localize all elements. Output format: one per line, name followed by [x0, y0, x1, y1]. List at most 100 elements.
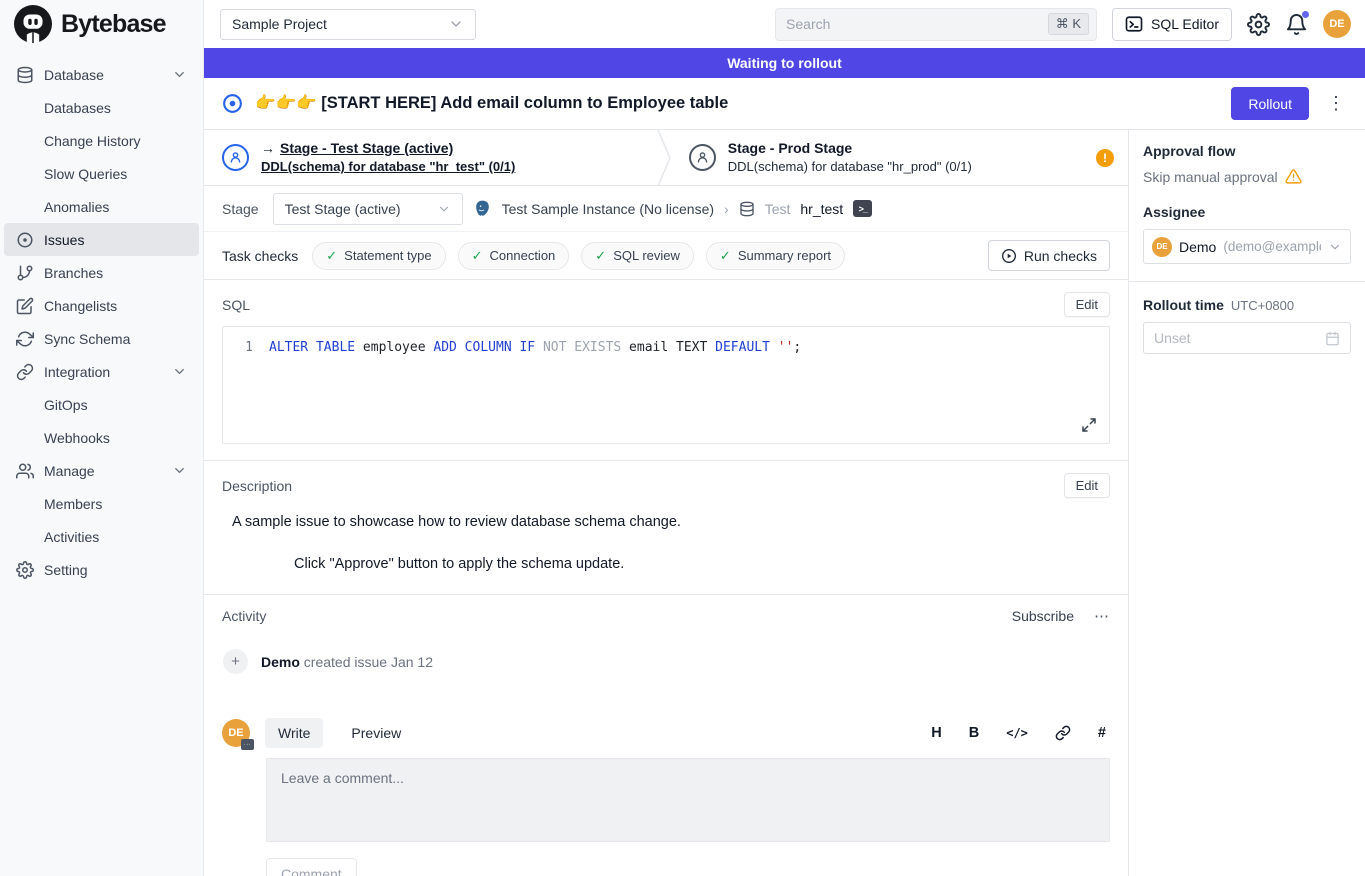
sql-section: SQL Edit 1 ALTER TABLE employee ADD COLU… — [204, 280, 1128, 460]
current-stage-arrow: → — [261, 139, 275, 159]
sidebar-item-setting[interactable]: Setting — [4, 553, 199, 586]
sql-edit-button[interactable]: Edit — [1064, 292, 1110, 317]
search-box[interactable]: ⌘ K — [775, 8, 1097, 41]
stage-task-link[interactable]: DDL(schema) for database "hr_test" (0/1) — [261, 158, 515, 176]
open-in-sql-editor-icon[interactable]: >_ — [853, 200, 872, 217]
stage-name: Stage - Prod Stage — [728, 139, 972, 159]
sql-editor[interactable]: 1 ALTER TABLE employee ADD COLUMN IF NOT… — [222, 326, 1110, 444]
rollout-time-picker[interactable]: Unset — [1143, 322, 1351, 354]
play-circle-icon — [1001, 248, 1017, 264]
database-icon — [739, 201, 755, 217]
chevron-down-icon — [448, 16, 464, 32]
sidebar-item-integration[interactable]: Integration — [4, 355, 199, 388]
check-pass-icon: ✓ — [720, 248, 731, 264]
issue-sidebar: Approval flow Skip manual approval Assig… — [1129, 130, 1365, 876]
activity-section: Activity Subscribe ⋯ + Demo created issu… — [204, 594, 1128, 876]
tab-preview[interactable]: Preview — [338, 718, 414, 748]
check-pill-sql-review[interactable]: ✓SQL review — [581, 242, 694, 270]
project-selector[interactable]: Sample Project — [220, 9, 476, 40]
app-root: Bytebase Database Databases Change Histo… — [0, 0, 1365, 876]
code-format-button[interactable]: </> — [1006, 726, 1028, 740]
description-title: Description — [222, 478, 292, 494]
search-input[interactable] — [786, 16, 1048, 32]
expand-editor-icon[interactable] — [1081, 417, 1097, 433]
task-checks-label: Task checks — [222, 248, 298, 264]
issue-more-menu-button[interactable]: ⋮ — [1321, 93, 1351, 114]
chevron-down-icon — [172, 463, 187, 478]
status-banner: Waiting to rollout — [204, 48, 1365, 78]
run-checks-button[interactable]: Run checks — [988, 240, 1110, 271]
sql-code: ALTER TABLE employee ADD COLUMN IF NOT E… — [269, 340, 801, 355]
stage-name-link[interactable]: Stage - Test Stage (active) — [280, 140, 453, 156]
sidebar-item-branches[interactable]: Branches — [4, 256, 199, 289]
activity-more-menu-button[interactable]: ⋯ — [1094, 607, 1110, 625]
chevron-down-icon — [172, 364, 187, 379]
stage-select[interactable]: Test Stage (active) — [273, 193, 463, 225]
stage-pipeline: → Stage - Test Stage (active) DDL(schema)… — [204, 130, 1128, 186]
heading-format-button[interactable]: H — [931, 725, 941, 741]
user-avatar[interactable]: DE — [1323, 10, 1351, 38]
sql-section-title: SQL — [222, 297, 250, 313]
comment-submit-button[interactable]: Comment — [266, 858, 357, 876]
project-selector-value: Sample Project — [232, 16, 327, 32]
subscribe-button[interactable]: Subscribe — [1012, 608, 1074, 624]
stage-card-test[interactable]: → Stage - Test Stage (active) DDL(schema)… — [204, 130, 657, 185]
check-pill-statement-type[interactable]: ✓Statement type — [312, 242, 445, 270]
sidebar-item-gitops[interactable]: GitOps — [4, 388, 199, 421]
sql-editor-button[interactable]: SQL Editor — [1112, 8, 1232, 41]
notifications-bell-button[interactable] — [1285, 13, 1308, 36]
comment-avatar: DE ··· — [222, 719, 250, 747]
instance-name[interactable]: Test Sample Instance (No license) — [502, 201, 714, 217]
sidebar-item-webhooks[interactable]: Webhooks — [4, 421, 199, 454]
terminal-icon — [1125, 15, 1143, 33]
settings-gear-button[interactable] — [1247, 13, 1270, 36]
comment-toolbar: H B </> # — [931, 725, 1110, 741]
warning-triangle-icon — [1285, 168, 1302, 185]
sidebar-item-anomalies[interactable]: Anomalies — [4, 190, 199, 223]
calendar-icon — [1325, 331, 1340, 346]
check-pill-summary-report[interactable]: ✓Summary report — [706, 242, 845, 270]
stage-task: DDL(schema) for database "hr_prod" (0/1) — [728, 158, 972, 176]
sql-code-line: 1 ALTER TABLE employee ADD COLUMN IF NOT… — [223, 327, 1109, 355]
chevron-down-icon — [172, 67, 187, 82]
sidebar-item-slow-queries[interactable]: Slow Queries — [4, 157, 199, 190]
postgresql-icon — [473, 199, 492, 218]
sidebar-item-manage[interactable]: Manage — [4, 454, 199, 487]
speech-bubble-icon: ··· — [241, 739, 254, 750]
description-section: Description Edit A sample issue to showc… — [204, 460, 1128, 594]
rollout-button[interactable]: Rollout — [1231, 87, 1309, 120]
rollout-timezone: UTC+0800 — [1231, 298, 1294, 313]
sidebar-item-databases[interactable]: Databases — [4, 91, 199, 124]
check-pill-connection[interactable]: ✓Connection — [458, 242, 570, 270]
warning-circle-icon: ! — [1096, 149, 1114, 167]
sidebar-item-database[interactable]: Database — [4, 58, 199, 91]
plus-icon: + — [223, 649, 248, 674]
environment-label: Test — [765, 201, 791, 217]
description-edit-button[interactable]: Edit — [1064, 473, 1110, 498]
link-format-button[interactable] — [1055, 725, 1071, 741]
tab-write[interactable]: Write — [265, 718, 323, 748]
sidebar-item-sync-schema[interactable]: Sync Schema — [4, 322, 199, 355]
sidebar-item-changelists[interactable]: Changelists — [4, 289, 199, 322]
refresh-icon — [16, 330, 34, 348]
description-line: Click "Approve" button to apply the sche… — [294, 556, 1110, 572]
sidebar-nav: Database Databases Change History Slow Q… — [0, 48, 203, 586]
sidebar-item-activities[interactable]: Activities — [4, 520, 199, 553]
sidebar: Bytebase Database Databases Change Histo… — [0, 0, 204, 876]
assignee-select[interactable]: DE Demo (demo@example — [1143, 229, 1351, 264]
task-checks-bar: Task checks ✓Statement type ✓Connection … — [204, 232, 1128, 280]
sidebar-item-change-history[interactable]: Change History — [4, 124, 199, 157]
comment-input[interactable] — [266, 758, 1110, 842]
activity-title: Activity — [222, 608, 266, 624]
check-pass-icon: ✓ — [472, 248, 483, 264]
database-name[interactable]: hr_test — [800, 201, 843, 217]
hash-format-button[interactable]: # — [1098, 725, 1106, 741]
sidebar-item-issues[interactable]: Issues — [4, 223, 199, 256]
bold-format-button[interactable]: B — [969, 725, 979, 741]
stage-card-prod[interactable]: Stage - Prod Stage DDL(schema) for datab… — [671, 130, 1128, 185]
issue-detail-pane: → Stage - Test Stage (active) DDL(schema)… — [204, 130, 1129, 876]
sidebar-item-members[interactable]: Members — [4, 487, 199, 520]
stage-user-icon — [689, 144, 716, 171]
brand-logo[interactable]: Bytebase — [0, 0, 203, 48]
content-area: → Stage - Test Stage (active) DDL(schema)… — [204, 130, 1365, 876]
